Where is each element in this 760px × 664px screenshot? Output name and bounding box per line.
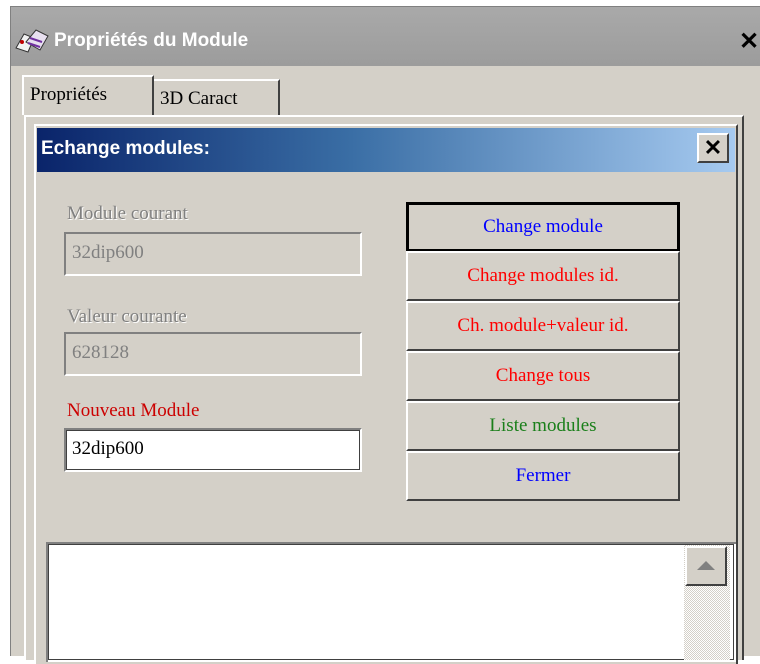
scroll-up-arrow-icon [697,561,715,570]
liste-modules-button[interactable]: Liste modules [406,401,680,451]
valeur-courante-label: Valeur courante [67,306,187,327]
dialog-close-button[interactable]: ✕ [697,133,729,163]
close-icon[interactable]: ✕ [734,28,760,58]
fermer-button[interactable]: Fermer [406,451,680,501]
module-courant-label: Module courant [67,203,188,224]
change-modules-id-button[interactable]: Change modules id. [406,251,680,301]
nouveau-module-label: Nouveau Module [67,400,200,421]
nouveau-module-input[interactable]: 32dip600 [64,428,362,472]
change-tous-button[interactable]: Change tous [406,351,680,401]
window-title: Propriétés du Module [54,30,249,51]
module-courant-field: 32dip600 [64,232,362,276]
change-module-button[interactable]: Change module [406,202,680,252]
app-icon [14,28,54,56]
tab-proprietes[interactable]: Propriétés [22,75,154,115]
tab-3d-caract[interactable]: 3D Caract [154,79,280,117]
valeur-courante-field: 628128 [64,332,362,376]
change-module-valeur-id-button[interactable]: Ch. module+valeur id. [406,301,680,351]
message-list[interactable] [46,542,736,662]
dialog-title: Echange modules: [41,138,210,159]
